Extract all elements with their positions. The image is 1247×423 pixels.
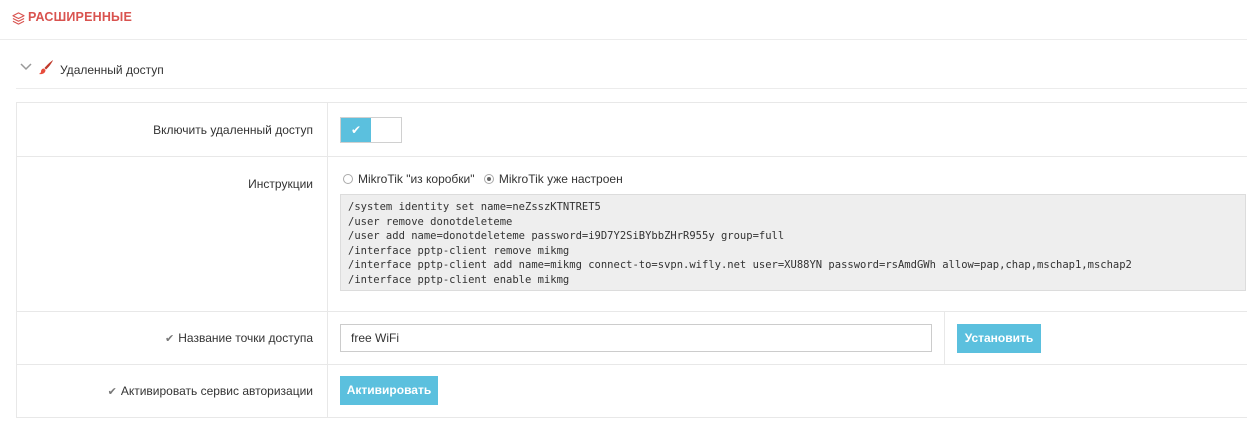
check-icon: ✔ [341,118,371,142]
radio-label: MikroTik уже настроен [498,172,623,186]
field-label: Инструкции [248,177,313,191]
section-label: Удаленный доступ [60,63,164,77]
label-cell: ✔ Название точки доступа [17,312,328,364]
check-icon: ✔ [107,386,117,398]
page-title: РАСШИРЕННЫЕ [28,10,133,24]
radio-button[interactable] [483,173,494,184]
field-label-text: Активировать сервис авторизации [120,384,313,398]
radio-button[interactable] [343,173,353,184]
radio-out-of-box[interactable]: MikroTik "из коробки" [343,172,475,186]
divider [944,312,945,364]
label-cell: ✔ Активировать сервис авторизации [17,365,328,417]
remote-access-toggle[interactable]: ✔ [340,117,402,143]
instructions-code-block[interactable]: /system identity set name=neZsszKTNTRET5… [340,194,1246,291]
row-enable-remote-access: Включить удаленный доступ ✔ [17,103,1247,157]
brush-icon [39,60,53,75]
page-header: РАСШИРЕННЫЕ [0,0,1247,40]
field-label-text: Название точки доступа [178,331,313,345]
ap-name-input[interactable] [340,324,932,352]
row-ap-name: ✔Название точки доступа Установить [17,312,1247,365]
field-label: ✔ Название точки доступа [165,331,313,345]
remote-access-form: Включить удаленный доступ ✔ Инструкции M… [16,102,1247,418]
set-ap-name-button[interactable]: Установить [957,324,1041,353]
activate-auth-button[interactable]: Активировать [340,376,438,405]
instructions-radio-group: MikroTik "из коробки" MikroTik уже настр… [343,172,629,186]
layers-icon [12,12,25,25]
field-label: ✔ Активировать сервис авторизации [108,384,313,398]
radio-label: MikroTik "из коробки" [358,172,475,186]
label-cell: Инструкции [17,157,328,311]
check-icon: ✔ [165,333,175,345]
row-auth-service: ✔ Активировать сервис авторизации Активир… [17,365,1247,417]
label-cell: Включить удаленный доступ [17,103,328,156]
radio-already-configured[interactable]: MikroTik уже настроен [483,172,623,186]
section-remote-access[interactable]: Удаленный доступ [16,41,1247,89]
row-instructions: Инструкции MikroTik "из коробки" MikroTi… [17,157,1247,312]
field-label: Включить удаленный доступ [153,123,313,137]
chevron-down-icon[interactable] [20,63,32,71]
